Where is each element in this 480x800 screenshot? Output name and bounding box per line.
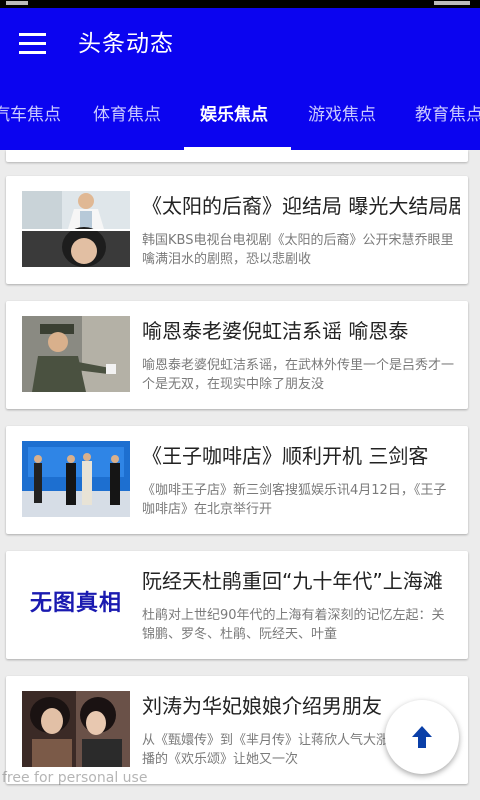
tab-entertainment[interactable]: 娱乐焦点 [200,78,268,150]
category-tab-bar: 汽车焦点 体育焦点 娱乐焦点 游戏焦点 教育焦点 [0,78,480,150]
news-summary: 《咖啡王子店》新三剑客搜狐娱乐讯4月12日，《王子咖啡店》在北京举行开 [142,483,447,517]
app-bar: 头条动态 [0,8,480,78]
list-item-partial[interactable] [6,150,468,162]
menu-icon[interactable] [19,33,47,55]
news-card[interactable]: 《王子咖啡店》顺利开机 三剑客 《咖啡王子店》新三剑客搜狐娱乐讯4月12日，《王… [6,426,468,534]
arrow-up-icon [412,726,432,748]
status-icons-left [6,1,28,5]
news-card[interactable]: 《太阳的后裔》迎结局 曝光大结局剧照 韩国KBS电视台电视剧《太阳的后裔》公开宋… [6,176,468,284]
news-title: 阮经天杜鹃重回“九十年代”上海滩 [142,569,443,593]
news-title: 《王子咖啡店》顺利开机 三剑客 [142,444,429,468]
watermark: free for personal use [2,770,148,786]
news-title: 《太阳的后裔》迎结局 曝光大结局剧照 [142,194,460,218]
news-thumbnail [22,441,130,517]
tab-sports[interactable]: 体育焦点 [93,78,161,150]
news-summary: 杜鹃对上世纪90年代的上海有着深刻的记忆左起：关锦鹏、罗冬、杜鹃、阮经天、叶童 [142,608,445,642]
news-summary: 喻恩泰老婆倪虹洁系谣，在武林外传里一个是吕秀才一个是无双，在现实中除了朋友没 [142,358,454,392]
news-thumbnail [22,191,130,267]
news-card[interactable]: 无图真相 阮经天杜鹃重回“九十年代”上海滩 杜鹃对上世纪90年代的上海有着深刻的… [6,551,468,659]
tab-education[interactable]: 教育焦点 [415,78,480,150]
scroll-to-top-button[interactable] [385,700,459,774]
news-thumbnail [22,691,130,767]
placeholder-text: 无图真相 [22,566,130,642]
no-image-placeholder: 无图真相 [22,566,130,642]
status-bar [0,0,480,8]
news-summary: 韩国KBS电视台电视剧《太阳的后裔》公开宋慧乔眼里噙满泪水的剧照，恐以悲剧收 [142,233,454,267]
news-card[interactable]: 喻恩泰老婆倪虹洁系谣 喻恩泰 喻恩泰老婆倪虹洁系谣，在武林外传里一个是吕秀才一个… [6,301,468,409]
tab-games[interactable]: 游戏焦点 [308,78,376,150]
news-thumbnail [22,316,130,392]
news-title: 喻恩泰老婆倪虹洁系谣 喻恩泰 [142,319,409,343]
app-title: 头条动态 [78,31,174,57]
tab-auto[interactable]: 汽车焦点 [0,78,61,150]
status-icons-right [434,1,470,5]
